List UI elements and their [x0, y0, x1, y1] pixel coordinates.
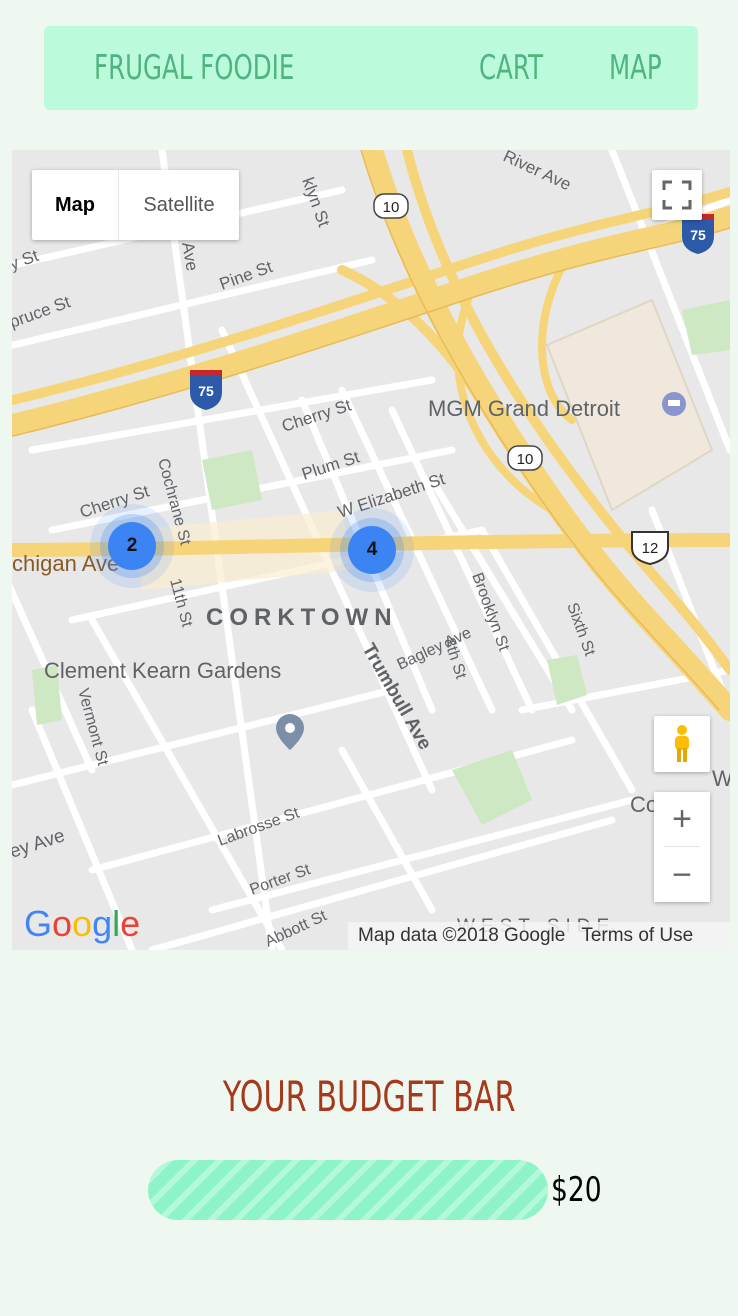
place-label-gardens: Clement Kearn Gardens — [44, 658, 281, 683]
map-type-map-button[interactable]: Map — [32, 170, 119, 240]
zoom-out-button[interactable]: − — [654, 848, 710, 902]
budget-progress-bar — [148, 1160, 548, 1220]
map-type-control: Map Satellite — [32, 170, 239, 240]
highway-shield-75a: 75 — [190, 370, 222, 410]
highway-shield-75b: 75 — [682, 214, 714, 254]
svg-text:75: 75 — [690, 227, 706, 243]
svg-text:10: 10 — [383, 199, 400, 216]
street-view-pegman-button[interactable] — [654, 716, 710, 772]
street-label-michigan: chigan Ave — [12, 551, 119, 576]
budget-amount: $20 — [551, 1170, 602, 1210]
google-logo: Google — [24, 903, 140, 944]
nav-cart-link[interactable]: CART — [479, 48, 543, 88]
marker-cluster[interactable]: 4 — [348, 526, 396, 574]
pegman-icon — [675, 725, 689, 762]
map-view[interactable]: klyn St ll Ave y St Pine St pruce St Riv… — [12, 150, 730, 950]
zoom-in-button[interactable]: + — [654, 792, 710, 846]
zoom-divider — [664, 846, 700, 847]
map-type-satellite-button[interactable]: Satellite — [119, 170, 239, 240]
place-label-mgm: MGM Grand Detroit — [428, 396, 620, 421]
highway-shield-10b: 10 — [507, 445, 543, 471]
place-label-w-right: W — [712, 766, 730, 791]
svg-text:75: 75 — [198, 383, 214, 399]
highway-shield-10a: 10 — [373, 193, 409, 219]
hotel-pin-icon[interactable] — [662, 392, 686, 416]
brand-link[interactable]: FRUGAL FOODIE — [94, 48, 294, 88]
svg-text:10: 10 — [517, 451, 534, 468]
fullscreen-button[interactable] — [652, 170, 702, 220]
fullscreen-icon — [662, 180, 692, 210]
budget-title: YOUR BUDGET BAR — [222, 1072, 516, 1121]
highway-shield-12: 12 — [631, 531, 669, 566]
marker-cluster[interactable]: 2 — [108, 522, 156, 570]
terms-of-use-link[interactable]: Terms of Use — [571, 925, 699, 947]
top-navbar: FRUGAL FOODIE CART MAP — [44, 26, 698, 110]
nav-map-link[interactable]: MAP — [609, 48, 662, 88]
svg-text:12: 12 — [642, 540, 659, 557]
neighborhood-label-corktown: CORKTOWN — [206, 604, 398, 631]
map-attribution-bar: Map data ©2018 Google Terms of Use — [348, 922, 730, 950]
map-attribution: Map data ©2018 Google — [358, 925, 566, 946]
